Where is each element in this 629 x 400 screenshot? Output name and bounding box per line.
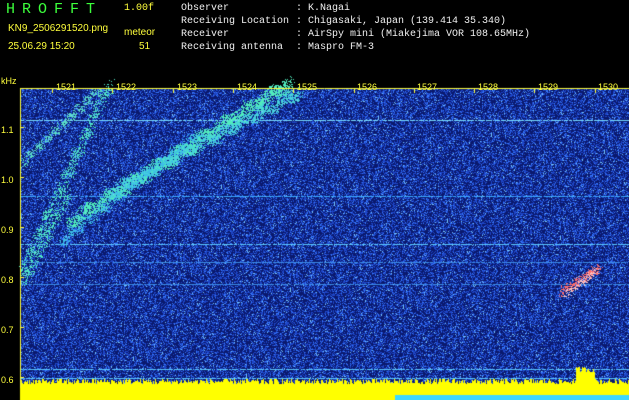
file-name: KN9_2506291520.png <box>8 23 109 34</box>
time-tick: 1526 <box>357 82 378 92</box>
time-tick: 1524 <box>237 82 258 92</box>
info-key: Receiving Location <box>181 16 290 27</box>
info-sep: : <box>296 3 303 14</box>
header-panel: HROFFT 1.00f KN9_2506291520.png meteor 2… <box>0 0 629 72</box>
info-key: Observer <box>181 3 230 14</box>
freq-tick: 0.8 <box>1 275 14 285</box>
time-tick: 1521 <box>56 82 77 92</box>
time-tick: 1525 <box>297 82 318 92</box>
meteor-label: meteor <box>124 27 156 38</box>
freq-tick: 1.0 <box>1 175 14 185</box>
date-time: 25.06.29 15:20 <box>8 41 75 52</box>
info-observer: Observer: K.Nagai <box>181 4 350 14</box>
time-tick: 1529 <box>538 82 559 92</box>
freq-unit-label: kHz <box>1 76 17 86</box>
info-key: Receiving antenna <box>181 42 284 53</box>
info-sep: : <box>296 42 303 53</box>
info-sep: : <box>296 16 303 27</box>
freq-tick: 0.9 <box>1 225 14 235</box>
meteor-count: 51 <box>139 41 151 52</box>
time-tick: 1523 <box>177 82 198 92</box>
spectrogram-canvas <box>0 72 629 400</box>
time-axis: 1521 1522 1523 1524 1525 1526 1527 1528 … <box>0 72 629 92</box>
info-location: Receiving Location: Chigasaki, Japan (139… <box>181 17 506 27</box>
freq-tick: 1.1 <box>1 125 14 135</box>
time-tick: 1527 <box>417 82 438 92</box>
info-sep: : <box>296 29 303 40</box>
info-receiver: Receiver: AirSpy mini (Miakejima VOR 108.… <box>181 30 530 40</box>
time-tick: 1530 <box>598 82 619 92</box>
time-tick: 1528 <box>478 82 499 92</box>
info-value: K.Nagai <box>308 3 351 14</box>
info-key: Receiver <box>181 29 230 40</box>
freq-tick: 0.6 <box>1 375 14 385</box>
app-title: HROFFT <box>6 1 103 18</box>
time-tick: 1522 <box>116 82 137 92</box>
info-value: Maspro FM-3 <box>308 42 375 53</box>
freq-tick: 0.7 <box>1 325 14 335</box>
info-antenna: Receiving antenna: Maspro FM-3 <box>181 43 374 53</box>
info-value: Chigasaki, Japan (139.414 35.340) <box>308 16 507 27</box>
app-version: 1.00f <box>124 3 155 14</box>
info-value: AirSpy mini (Miakejima VOR 108.65MHz) <box>308 29 531 40</box>
